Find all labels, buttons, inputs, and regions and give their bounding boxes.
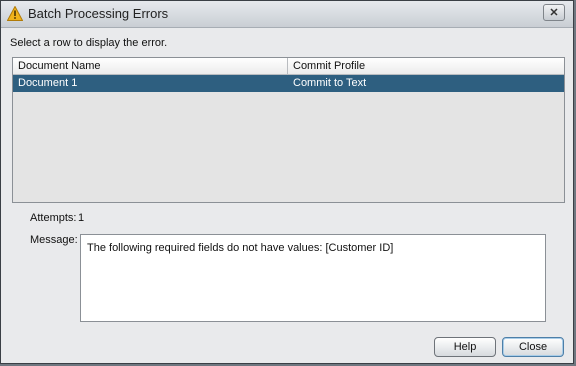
- message-label: Message:: [30, 234, 78, 246]
- close-icon: ✕: [549, 7, 559, 19]
- cell-document-name: Document 1: [18, 77, 78, 89]
- dialog-title: Batch Processing Errors: [28, 6, 169, 21]
- errors-table: Document Name Commit Profile Document 1 …: [12, 57, 565, 203]
- window-close-button[interactable]: ✕: [543, 4, 565, 21]
- warning-icon: [7, 6, 23, 21]
- table-row[interactable]: Document 1 Commit to Text: [13, 75, 564, 92]
- batch-errors-dialog: Batch Processing Errors ✕ Select a row t…: [0, 0, 574, 364]
- message-text: The following required fields do not hav…: [87, 242, 394, 254]
- cell-commit-profile: Commit to Text: [293, 77, 367, 89]
- column-header-commit-profile[interactable]: Commit Profile: [293, 60, 365, 72]
- attempts-value: 1: [78, 212, 85, 224]
- attempts-label: Attempts:: [30, 212, 77, 224]
- column-divider[interactable]: [287, 58, 288, 74]
- instruction-text: Select a row to display the error.: [10, 37, 168, 49]
- title-bar[interactable]: Batch Processing Errors ✕: [1, 1, 573, 28]
- column-header-document-name[interactable]: Document Name: [18, 60, 101, 72]
- help-button[interactable]: Help: [434, 337, 496, 357]
- close-button[interactable]: Close: [502, 337, 564, 357]
- table-header: Document Name Commit Profile: [13, 58, 564, 75]
- message-field[interactable]: The following required fields do not hav…: [80, 234, 546, 322]
